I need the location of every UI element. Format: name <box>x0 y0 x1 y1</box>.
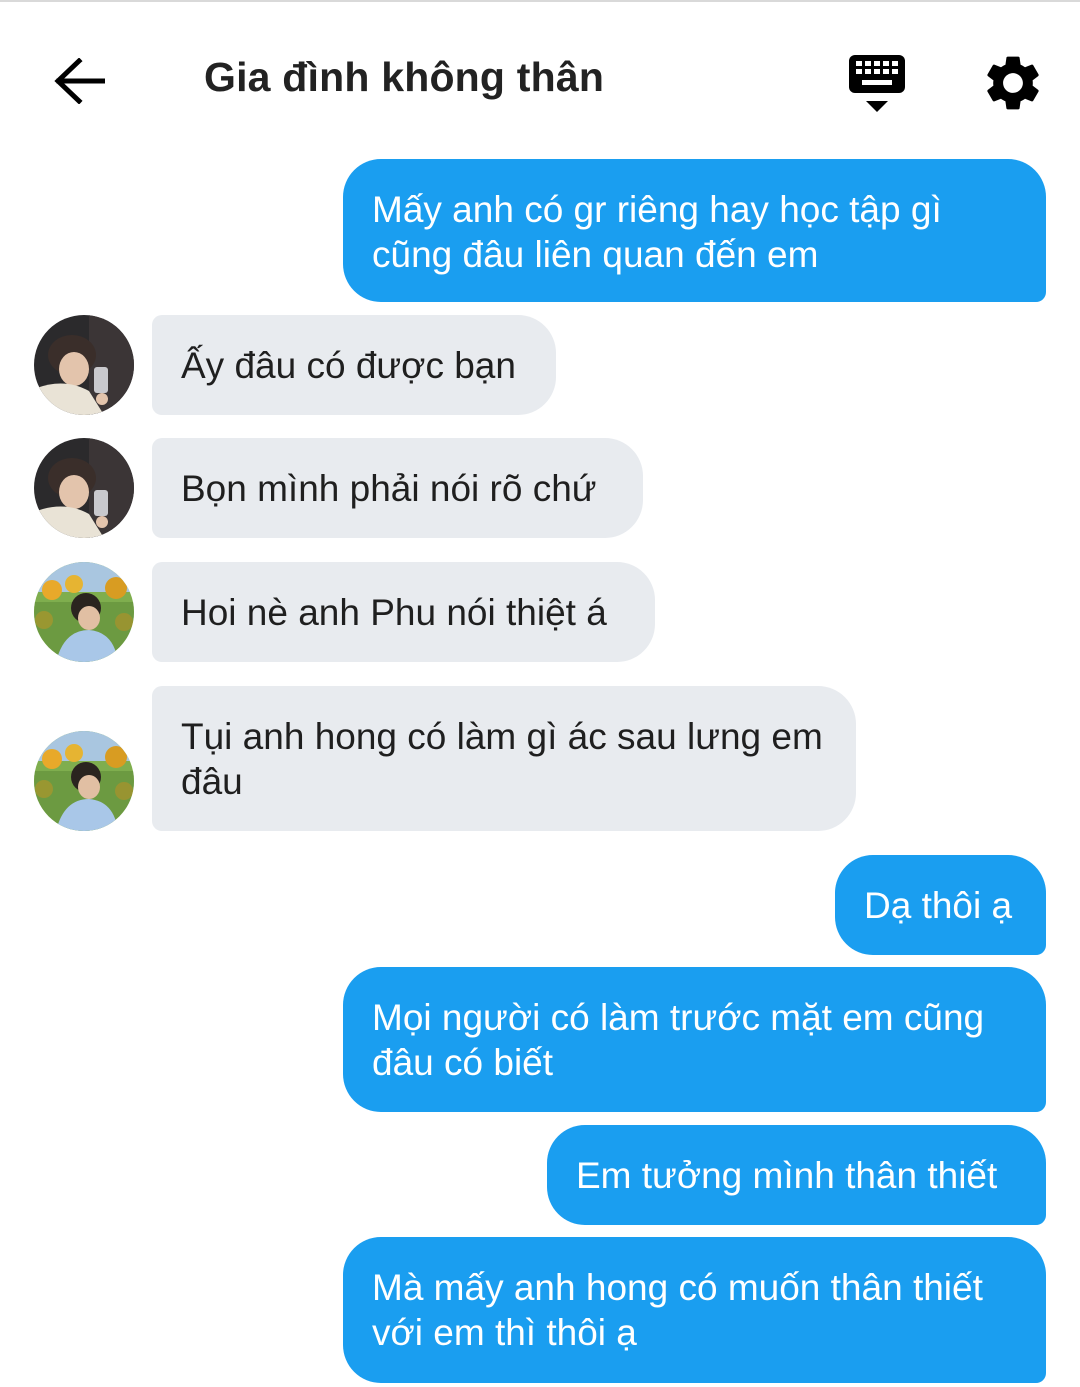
message-text: Tụi anh hong có làm gì ác sau lưng em đâ… <box>181 716 823 802</box>
message-bubble-outgoing[interactable]: Mấy anh có gr riêng hay học tập gì cũng … <box>343 159 1046 302</box>
user-avatar-icon <box>34 562 134 662</box>
avatar-1[interactable] <box>34 438 134 538</box>
message-text: Dạ thôi ạ <box>864 885 1013 926</box>
user-avatar-icon <box>34 438 134 538</box>
message-bubble-incoming[interactable]: Bọn mình phải nói rõ chứ <box>152 438 643 538</box>
message-text: Bọn mình phải nói rõ chứ <box>181 468 597 509</box>
message-bubble-outgoing[interactable]: Mọi người có làm trước mặt em cũng đâu c… <box>343 967 1046 1112</box>
avatar-2[interactable] <box>34 731 134 831</box>
message-bubble-outgoing[interactable]: Em tưởng mình thân thiết <box>547 1125 1046 1225</box>
message-bubble-incoming[interactable]: Ấy đâu có được bạn <box>152 315 556 415</box>
message-bubble-incoming[interactable]: Hoi nè anh Phu nói thiệt á <box>152 562 655 662</box>
avatar-2[interactable] <box>34 562 134 662</box>
message-text: Mà mấy anh hong có muốn thân thiết với e… <box>372 1267 983 1353</box>
message-bubble-incoming[interactable]: Tụi anh hong có làm gì ác sau lưng em đâ… <box>152 686 856 831</box>
message-list[interactable]: Mấy anh có gr riêng hay học tập gì cũng … <box>0 0 1080 1387</box>
message-bubble-outgoing[interactable]: Mà mấy anh hong có muốn thân thiết với e… <box>343 1237 1046 1383</box>
message-text: Mấy anh có gr riêng hay học tập gì cũng … <box>372 189 942 275</box>
user-avatar-icon <box>34 315 134 415</box>
message-text: Mọi người có làm trước mặt em cũng đâu c… <box>372 997 985 1083</box>
avatar-1[interactable] <box>34 315 134 415</box>
message-text: Em tưởng mình thân thiết <box>576 1155 998 1196</box>
message-text: Ấy đâu có được bạn <box>181 345 516 386</box>
user-avatar-icon <box>34 731 134 831</box>
message-text: Hoi nè anh Phu nói thiệt á <box>181 592 607 633</box>
message-bubble-outgoing[interactable]: Dạ thôi ạ <box>835 855 1046 955</box>
